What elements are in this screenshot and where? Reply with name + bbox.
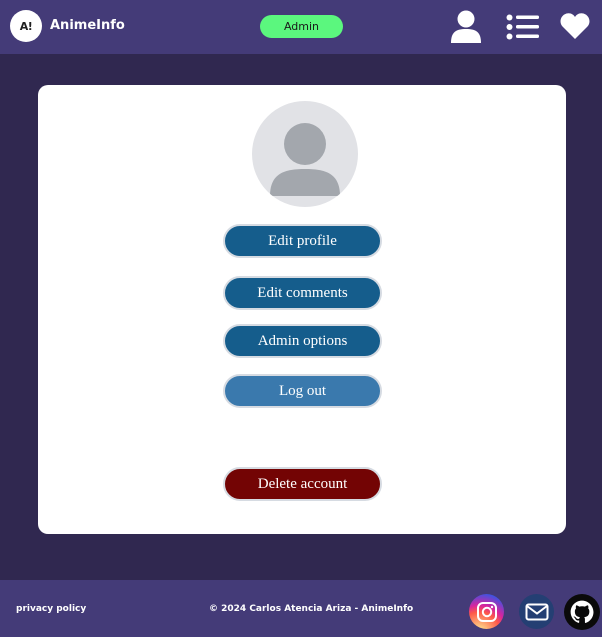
edit-profile-button[interactable]: Edit profile [223, 224, 382, 258]
logo[interactable]: A! [10, 10, 42, 42]
footer: privacy policy © 2024 Carlos Atencia Ari… [0, 580, 602, 637]
default-avatar-icon [252, 101, 358, 207]
instagram-icon[interactable] [469, 594, 504, 629]
menu-list-icon[interactable] [506, 14, 540, 44]
admin-options-button[interactable]: Admin options [223, 324, 382, 358]
top-navbar: A! AnimeInfo Admin [0, 0, 602, 54]
edit-comments-button[interactable]: Edit comments [223, 276, 382, 310]
delete-account-button[interactable]: Delete account [223, 467, 382, 501]
copyright-text: © 2024 Carlos Atencia Ariza - AnimeInfo [209, 604, 414, 614]
user-icon[interactable] [450, 10, 482, 47]
log-out-button[interactable]: Log out [223, 374, 382, 408]
heart-icon[interactable] [560, 12, 590, 44]
admin-badge: Admin [260, 15, 343, 38]
github-icon[interactable] [564, 594, 600, 630]
profile-card: Edit profile Edit comments Admin options… [38, 85, 566, 534]
mail-icon[interactable] [519, 594, 554, 629]
privacy-policy-link[interactable]: privacy policy [16, 604, 86, 614]
app-name[interactable]: AnimeInfo [50, 18, 125, 33]
